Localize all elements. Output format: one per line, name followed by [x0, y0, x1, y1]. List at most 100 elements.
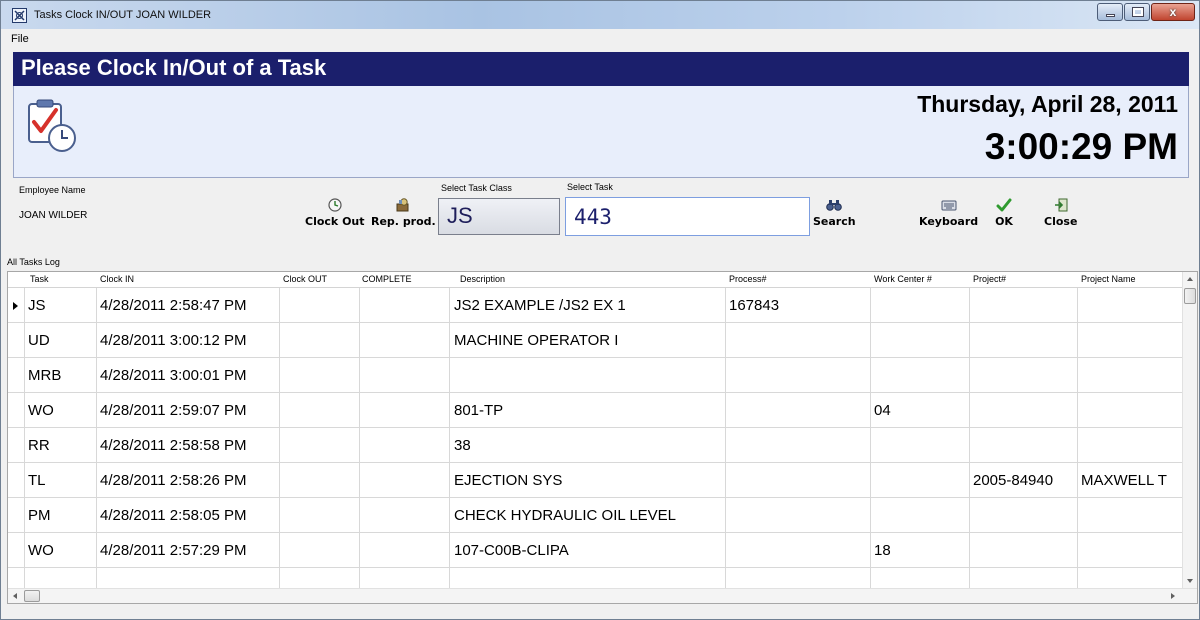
current-row-indicator-icon [13, 302, 18, 310]
menu-file[interactable]: File [11, 33, 29, 45]
cell-task: RR [28, 437, 50, 454]
ok-button[interactable]: OK [995, 197, 1013, 228]
window-close-button[interactable]: x [1151, 3, 1195, 21]
header-banner: Please Clock In/Out of a Task [13, 52, 1189, 86]
rep-prod-button[interactable]: Rep. prod. [371, 197, 436, 228]
close-button[interactable]: Close [1044, 197, 1077, 228]
employee-name-label: Employee Name [19, 185, 86, 195]
close-label: Close [1044, 215, 1078, 228]
minimize-button[interactable] [1097, 3, 1123, 21]
ok-label: OK [995, 215, 1013, 228]
scroll-left-icon[interactable] [13, 593, 17, 599]
table-row[interactable]: WO 4/28/2011 2:57:29 PM 107-C00B-CLIPA 1… [8, 533, 1183, 568]
clipboard-clock-icon [26, 98, 78, 159]
table-row[interactable]: WO 4/28/2011 2:59:07 PM 801-TP 04 [8, 393, 1183, 428]
table-row[interactable]: TL 4/28/2011 2:58:26 PM EJECTION SYS 200… [8, 463, 1183, 498]
report-production-icon [394, 197, 412, 213]
window-title: Tasks Clock IN/OUT JOAN WILDER [34, 9, 212, 21]
scroll-down-icon[interactable] [1187, 579, 1193, 583]
cell-work-center: 04 [874, 402, 891, 419]
cell-clock-in: 4/28/2011 2:57:29 PM [100, 542, 247, 559]
grid-header: Task Clock IN Clock OUT COMPLETE Descrip… [8, 272, 1183, 288]
cell-task: PM [28, 507, 51, 524]
cell-process: 167843 [729, 297, 780, 314]
vertical-scrollbar[interactable] [1182, 272, 1197, 588]
cell-task: WO [28, 402, 54, 419]
cell-description: MACHINE OPERATOR I [454, 332, 619, 349]
cell-description: CHECK HYDRAULIC OIL LEVEL [454, 507, 677, 524]
maximize-icon [1132, 7, 1144, 17]
title-bar[interactable]: Tasks Clock IN/OUT JOAN WILDER x [1, 1, 1199, 29]
cell-task: UD [28, 332, 50, 349]
current-date: Thursday, April 28, 2011 [917, 91, 1178, 117]
column-header-clock-in[interactable]: Clock IN [100, 274, 134, 284]
column-header-project[interactable]: Project# [973, 274, 1006, 284]
page-title: Please Clock In/Out of a Task [21, 55, 327, 80]
cell-task: WO [28, 542, 54, 559]
keyboard-label: Keyboard [919, 215, 979, 228]
header-panel: Thursday, April 28, 2011 3:00:29 PM [13, 86, 1189, 178]
column-header-description[interactable]: Description [460, 274, 505, 284]
cell-work-center: 18 [874, 542, 891, 559]
keyboard-button[interactable]: Keyboard [919, 197, 978, 228]
cell-clock-in: 4/28/2011 2:58:58 PM [100, 437, 247, 454]
table-row[interactable]: JS 4/28/2011 2:58:47 PM JS2 EXAMPLE /JS2… [8, 288, 1183, 323]
clock-out-label: Clock Out [305, 215, 365, 228]
column-header-project-name[interactable]: Project Name [1081, 274, 1136, 284]
column-header-task[interactable]: Task [30, 274, 49, 284]
task-label: Select Task [567, 182, 613, 192]
cell-project: 2005-84940 [973, 472, 1054, 489]
current-time: 3:00:29 PM [984, 126, 1178, 167]
cell-clock-in: 4/28/2011 3:00:12 PM [100, 332, 247, 349]
clock-out-icon [326, 197, 344, 213]
cell-task: MRB [28, 367, 62, 384]
cell-project-name: MAXWELL T [1081, 472, 1167, 489]
task-class-value: JS [447, 203, 473, 228]
binoculars-icon [825, 197, 843, 213]
minimize-icon [1106, 14, 1115, 17]
horizontal-scrollbar[interactable] [8, 588, 1197, 603]
window-controls: x [1096, 3, 1195, 21]
cell-clock-in: 4/28/2011 2:58:26 PM [100, 472, 247, 489]
cell-description: JS2 EXAMPLE /JS2 EX 1 [454, 297, 626, 314]
task-class-select[interactable]: JS [438, 198, 560, 235]
table-row[interactable]: UD 4/28/2011 3:00:12 PM MACHINE OPERATOR… [8, 323, 1183, 358]
scroll-up-icon[interactable] [1187, 277, 1193, 281]
column-header-complete[interactable]: COMPLETE [362, 274, 412, 284]
vertical-scroll-thumb[interactable] [1184, 288, 1196, 304]
tasks-log-grid[interactable]: Task Clock IN Clock OUT COMPLETE Descrip… [7, 271, 1198, 604]
table-row[interactable]: PM 4/28/2011 2:58:05 PM CHECK HYDRAULIC … [8, 498, 1183, 533]
tasks-log-label: All Tasks Log [7, 257, 60, 267]
employee-name-value: JOAN WILDER [19, 210, 88, 221]
column-header-clock-out[interactable]: Clock OUT [283, 274, 327, 284]
table-row[interactable]: MRB 4/28/2011 3:00:01 PM [8, 358, 1183, 393]
clock-out-button[interactable]: Clock Out [305, 197, 365, 228]
search-label: Search [813, 215, 856, 228]
cell-description: 38 [454, 437, 471, 454]
cell-clock-in: 4/28/2011 3:00:01 PM [100, 367, 247, 384]
maximize-button[interactable] [1124, 3, 1150, 21]
task-input[interactable] [565, 197, 810, 236]
app-icon[interactable] [12, 8, 27, 23]
cell-clock-in: 4/28/2011 2:58:05 PM [100, 507, 247, 524]
cell-task: JS [28, 297, 46, 314]
close-icon: x [1169, 5, 1177, 19]
cell-task: TL [28, 472, 46, 489]
checkmark-icon [995, 197, 1013, 213]
menu-bar: File [1, 31, 1199, 51]
app-window: Tasks Clock IN/OUT JOAN WILDER x File Pl… [0, 0, 1200, 620]
cell-description: EJECTION SYS [454, 472, 563, 489]
column-header-work-center[interactable]: Work Center # [874, 274, 932, 284]
scroll-right-icon[interactable] [1171, 593, 1175, 599]
column-header-process[interactable]: Process# [729, 274, 767, 284]
cell-description: 107-C00B-CLIPA [454, 542, 569, 559]
rep-prod-label: Rep. prod. [371, 215, 436, 228]
table-row[interactable]: RR 4/28/2011 2:58:58 PM 38 [8, 428, 1183, 463]
horizontal-scroll-thumb[interactable] [24, 590, 40, 602]
task-class-label: Select Task Class [441, 183, 512, 193]
cell-clock-in: 4/28/2011 2:59:07 PM [100, 402, 247, 419]
keyboard-icon [940, 197, 958, 213]
search-button[interactable]: Search [813, 197, 856, 228]
cell-description: 801-TP [454, 402, 504, 419]
exit-door-icon [1052, 197, 1070, 213]
